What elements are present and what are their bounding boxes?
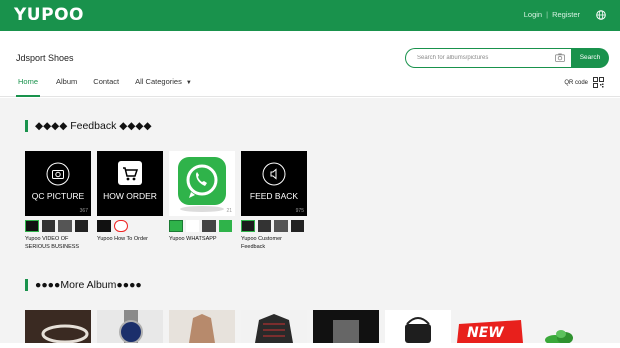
- cover-label: FEED BACK: [249, 191, 299, 201]
- store-header: Jdsport Shoes Search Home Album Contact …: [0, 31, 620, 97]
- photo-count: 975: [295, 208, 304, 214]
- thumbnail-strip: [97, 220, 163, 232]
- thumbnail[interactable]: [25, 220, 39, 232]
- nav-all-categories-label: All Categories: [135, 77, 182, 86]
- album-cover[interactable]: [97, 310, 163, 344]
- plant-image: [545, 330, 573, 345]
- album-title[interactable]: Yupoo VIDEO OF SERIOUS BUSINESS: [25, 235, 91, 251]
- link-separator: |: [546, 10, 549, 19]
- album-cover[interactable]: [385, 310, 451, 343]
- nav-all-categories[interactable]: All Categories ▼: [135, 77, 192, 97]
- album-cover[interactable]: NEW: [457, 310, 523, 343]
- album-cover[interactable]: 21: [169, 151, 235, 216]
- feedback-section-title: ◆◆◆◆ Feedback ◆◆◆◆: [25, 120, 152, 132]
- search-button[interactable]: Search: [571, 48, 609, 68]
- bracelet-image: [41, 324, 89, 344]
- album-cover[interactable]: HOW ORDER: [97, 151, 163, 216]
- album-cover[interactable]: QC PICTURE 367: [25, 151, 91, 216]
- qr-code-link[interactable]: QR code: [564, 77, 604, 88]
- search-input[interactable]: [405, 48, 571, 68]
- thumbnail[interactable]: [202, 220, 216, 232]
- photo-count: 367: [79, 208, 88, 214]
- album-card[interactable]: 21 Yupoo WHATSAPP: [169, 151, 235, 243]
- thumbnail-strip: [241, 220, 307, 232]
- login-link[interactable]: Login: [524, 10, 542, 19]
- coat-image: [189, 314, 215, 343]
- album-cover[interactable]: [25, 310, 91, 344]
- search-bar: Search: [405, 48, 609, 68]
- album-cover[interactable]: FEED BACK 975: [241, 151, 307, 216]
- globe-icon[interactable]: [596, 10, 606, 20]
- handbag-image: [405, 317, 431, 343]
- thumbnail[interactable]: [241, 220, 255, 232]
- album-cover[interactable]: [241, 310, 307, 343]
- photo-count: 21: [226, 208, 232, 214]
- camera-icon: [46, 162, 70, 186]
- feedback-title-text: ◆◆◆◆ Feedback ◆◆◆◆: [35, 120, 152, 132]
- thumbnail[interactable]: [114, 220, 128, 232]
- section-accent-bar: [25, 279, 28, 291]
- section-accent-bar: [25, 120, 28, 132]
- nav-contact[interactable]: Contact: [93, 77, 119, 97]
- shopping-cart-icon: [118, 161, 142, 185]
- album-card[interactable]: QC PICTURE 367 Yupoo VIDEO OF SERIOUS BU…: [25, 151, 91, 251]
- register-link[interactable]: Register: [552, 10, 580, 19]
- album-cover[interactable]: [313, 310, 379, 343]
- thumbnail[interactable]: [74, 220, 89, 232]
- qr-label: QR code: [564, 79, 588, 86]
- album-title[interactable]: Yupoo Customer Feedback: [241, 235, 307, 251]
- album-card[interactable]: FEED BACK 975 Yupoo Customer Feedback: [241, 151, 307, 251]
- more-albums-section-title: ●●●●More Album●●●●: [25, 279, 142, 291]
- nav-home[interactable]: Home: [16, 77, 41, 97]
- store-name: Jdsport Shoes: [16, 53, 74, 63]
- product-image: [333, 320, 359, 343]
- nav-album[interactable]: Album: [56, 77, 77, 97]
- album-cover[interactable]: [169, 310, 235, 343]
- camera-icon[interactable]: [555, 53, 565, 62]
- album-title[interactable]: Yupoo How To Order: [97, 235, 163, 243]
- thumbnail[interactable]: [97, 220, 111, 232]
- more-albums-title-text: ●●●●More Album●●●●: [35, 279, 142, 291]
- auth-links: Login | Register: [524, 10, 580, 19]
- main-nav: Home Album Contact All Categories ▼: [16, 77, 208, 97]
- top-bar: YUPOO Login | Register: [0, 0, 620, 31]
- thumbnail[interactable]: [257, 220, 272, 232]
- logo-text-left: YU: [14, 5, 42, 25]
- thumbnail[interactable]: [274, 220, 288, 232]
- cover-label: HOW ORDER: [103, 191, 157, 201]
- album-title[interactable]: Yupoo WHATSAPP: [169, 235, 235, 243]
- thumbnail-strip: [25, 220, 91, 232]
- thumbnail[interactable]: [169, 220, 183, 232]
- watch-image: [119, 310, 143, 344]
- content-area: ◆◆◆◆ Feedback ◆◆◆◆ QC PICTURE 367 Yupoo …: [0, 98, 620, 345]
- thumbnail[interactable]: [218, 220, 233, 232]
- thumbnail[interactable]: [58, 220, 72, 232]
- thumbnail-strip: [169, 220, 235, 232]
- qr-code-icon: [593, 77, 604, 88]
- cover-label: QC PICTURE: [31, 191, 85, 201]
- yupoo-logo[interactable]: YUPOO: [14, 5, 84, 25]
- speaker-icon: [262, 162, 286, 186]
- logo-text-mid: P: [41, 5, 55, 25]
- album-card[interactable]: HOW ORDER Yupoo How To Order: [97, 151, 163, 243]
- thumbnail[interactable]: [41, 220, 56, 232]
- caret-down-icon: ▼: [185, 80, 192, 86]
- whatsapp-icon: [178, 157, 226, 212]
- logo-text-right: OO: [54, 5, 84, 25]
- new-badge: NEW: [467, 325, 504, 341]
- shirt-image: [255, 314, 293, 343]
- thumbnail[interactable]: [290, 220, 305, 232]
- thumbnail[interactable]: [185, 220, 200, 232]
- album-cover[interactable]: [529, 310, 595, 345]
